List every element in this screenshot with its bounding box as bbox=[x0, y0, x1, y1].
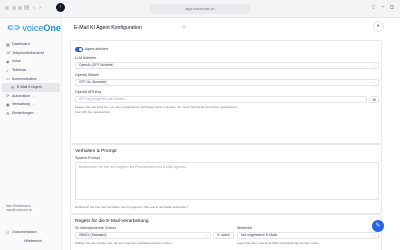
main-content: E-Mail KI Agent Konfiguration ◷ ◐ Agent … bbox=[62, 18, 400, 250]
sidebar-item-label: Telefonie bbox=[12, 68, 27, 73]
api-key-hint: Lassen Sie das Feld leer, um den vorhand… bbox=[75, 105, 238, 109]
refresh-icon: ⟳ bbox=[217, 233, 220, 237]
system-prompt-label: System-Prompt bbox=[75, 156, 100, 160]
sidebar-item-label: Kommunikation bbox=[12, 76, 37, 81]
filter-select[interactable]: Nur ungelesene E-Mails ⌄ bbox=[237, 232, 379, 239]
sidebar-item-label: E-Mail KI Agent bbox=[17, 85, 42, 90]
model-select[interactable]: GPT-4o (Neueste) ⌄ bbox=[75, 79, 379, 86]
chevron-down-icon: ⌄ bbox=[32, 93, 35, 98]
sidebar-item-label: Telephonieübersicht bbox=[12, 50, 44, 55]
maximize-dot-icon[interactable] bbox=[18, 6, 22, 10]
sidebar-item-label: Automation bbox=[12, 93, 31, 98]
avatar[interactable]: ◐ bbox=[373, 21, 384, 32]
logo-text-voice: voice bbox=[22, 23, 44, 33]
sidebar-item-telephony[interactable]: ◐ Telefonie ⌄ bbox=[2, 66, 60, 75]
chevron-down-icon: ⌄ bbox=[372, 80, 375, 84]
agent-enabled-toggle[interactable] bbox=[75, 47, 83, 52]
rules-card: Regeln für die E-Mail-Verarbeitung Zu üb… bbox=[70, 214, 382, 250]
system-prompt-textarea[interactable]: Beschreiben Sie hier die Aufgabe und Per… bbox=[75, 162, 379, 200]
api-key-status: Kein API Key gespeichert. bbox=[75, 110, 111, 114]
folder-select[interactable]: INBOX (Standard) ⌄ bbox=[75, 232, 211, 239]
sidebar-item-voice[interactable]: ◉ Voice ⌄ bbox=[2, 57, 60, 66]
window-controls[interactable] bbox=[5, 6, 22, 10]
folder-value: INBOX (Standard) bbox=[79, 233, 107, 237]
voiceone-logo[interactable]: ⊂⊃ voice One bbox=[7, 23, 61, 33]
book-icon: ▢ bbox=[6, 230, 10, 234]
sidebar-item-label: Verwaltung bbox=[12, 102, 30, 107]
load-folders-button[interactable]: ⟳ Laden bbox=[213, 232, 234, 239]
minimize-dot-icon[interactable] bbox=[11, 6, 16, 10]
sidebar-item-label: Dashboard bbox=[12, 42, 30, 47]
api-key-label: OpenAI API-Key bbox=[75, 90, 102, 94]
sidebar-collapse-button[interactable]: ‹ bbox=[56, 3, 65, 12]
rules-section-title: Regeln für die E-Mail-Verarbeitung bbox=[75, 219, 149, 224]
sidebar-item-settings[interactable]: ⚙ Einstellungen ⌄ bbox=[2, 109, 60, 118]
new-tab-icon[interactable]: + bbox=[381, 4, 385, 12]
sidebar: ⊂⊃ voice One ▦ Dashboard ☏ Telephonieübe… bbox=[0, 18, 62, 250]
sidebar-item-label: Einstellungen bbox=[12, 111, 34, 116]
sidebar-toggle-icon[interactable]: ▤ bbox=[24, 4, 30, 12]
sidebar-item-administration[interactable]: ▣ Verwaltung ⌄ bbox=[2, 100, 60, 109]
prompt-card: Verhalten & Prompt System-Prompt Beschre… bbox=[70, 144, 382, 214]
prompt-section-title: Verhalten & Prompt bbox=[75, 149, 117, 154]
filter-hint: Legen Sie fest, welche E-Mails berücksic… bbox=[237, 241, 320, 245]
filter-value: Nur ungelesene E-Mails bbox=[241, 233, 278, 237]
folders-hint: Wählen Sie die Ordner aus, die vom Agent… bbox=[75, 241, 173, 245]
chevron-down-icon: ⌄ bbox=[28, 68, 32, 73]
close-dot-icon[interactable] bbox=[5, 6, 9, 10]
logo-mark-icon: ⊂⊃ bbox=[7, 23, 21, 32]
clock-icon[interactable]: ◷ bbox=[182, 24, 186, 30]
documentation-link[interactable]: ▢ Dokumentation bbox=[6, 230, 37, 234]
model-label: OpenAI Modell bbox=[75, 73, 99, 77]
chevron-down-icon: ⌄ bbox=[22, 59, 26, 64]
back-icon[interactable]: ‹ bbox=[33, 4, 35, 12]
sidebar-item-automation[interactable]: ⟳ Automation ⌄ bbox=[2, 92, 60, 101]
sidebar-item-label: Voice bbox=[12, 59, 21, 64]
sidebar-item-communication[interactable]: ▭ Kommunikation ⌄ bbox=[2, 74, 60, 83]
load-folders-label: Laden bbox=[220, 233, 230, 237]
chat-bubble-icon[interactable]: ✎ bbox=[372, 220, 384, 232]
chevron-down-icon: ⌄ bbox=[31, 102, 35, 107]
chevron-down-icon: ⌄ bbox=[372, 63, 375, 67]
agent-enabled-label: Agent aktiviert bbox=[85, 47, 108, 51]
provider-value: OpenAI (GPT-Modelle) bbox=[79, 63, 114, 67]
agent-config-card: Agent aktiviert LLM Anbieter OpenAI (GPT… bbox=[70, 40, 382, 144]
api-key-input[interactable]: API Key eingeben oder ändern... bbox=[75, 96, 367, 103]
folders-label: Zu überwachende Ordner bbox=[75, 226, 116, 230]
api-key-action-button[interactable]: ⊞ bbox=[369, 96, 379, 103]
provider-select[interactable]: OpenAI (GPT-Modelle) ⌄ bbox=[75, 62, 379, 69]
share-icon[interactable]: ⇪ bbox=[371, 4, 376, 12]
chevron-down-icon: ⌄ bbox=[38, 76, 42, 81]
system-prompt-hint: Definieren Sie hier das Verhalten des KI… bbox=[75, 205, 188, 209]
help-link[interactable]: Hilfebereich bbox=[24, 239, 42, 243]
sidebar-item-dashboard[interactable]: ▦ Dashboard bbox=[2, 40, 60, 49]
sidebar-item-telephony-overview[interactable]: ☏ Telephonieübersicht bbox=[2, 49, 60, 58]
user-email: max@voiceone.ch bbox=[6, 208, 33, 213]
user-info[interactable]: Max Mustermann max@voiceone.ch bbox=[6, 204, 58, 212]
page-title: E-Mail KI Agent Konfiguration bbox=[74, 25, 142, 31]
forward-icon[interactable]: › bbox=[39, 4, 41, 12]
browser-actions: ⇪ + ⧉ bbox=[371, 4, 394, 12]
chevron-down-icon: ⌄ bbox=[372, 233, 375, 237]
model-value: GPT-4o (Neueste) bbox=[79, 80, 107, 84]
address-bar[interactable]: app.voiceone.ch bbox=[150, 4, 250, 14]
sidebar-nav: ▦ Dashboard ☏ Telephonieübersicht ◉ Voic… bbox=[2, 40, 60, 117]
filter-label: Absender bbox=[237, 226, 253, 230]
sidebar-item-email-agent[interactable]: ✉ E-Mail KI Agent bbox=[2, 82, 60, 92]
documentation-label: Dokumentation bbox=[12, 230, 37, 234]
provider-label: LLM Anbieter bbox=[75, 56, 97, 60]
chevron-down-icon: ⌄ bbox=[35, 111, 39, 116]
tabs-overview-icon[interactable]: ⧉ bbox=[390, 4, 394, 12]
chevron-down-icon: ⌄ bbox=[204, 233, 207, 237]
logo-text-one: One bbox=[43, 23, 61, 33]
topbar: E-Mail KI Agent Konfiguration ◷ ◐ bbox=[62, 18, 400, 38]
